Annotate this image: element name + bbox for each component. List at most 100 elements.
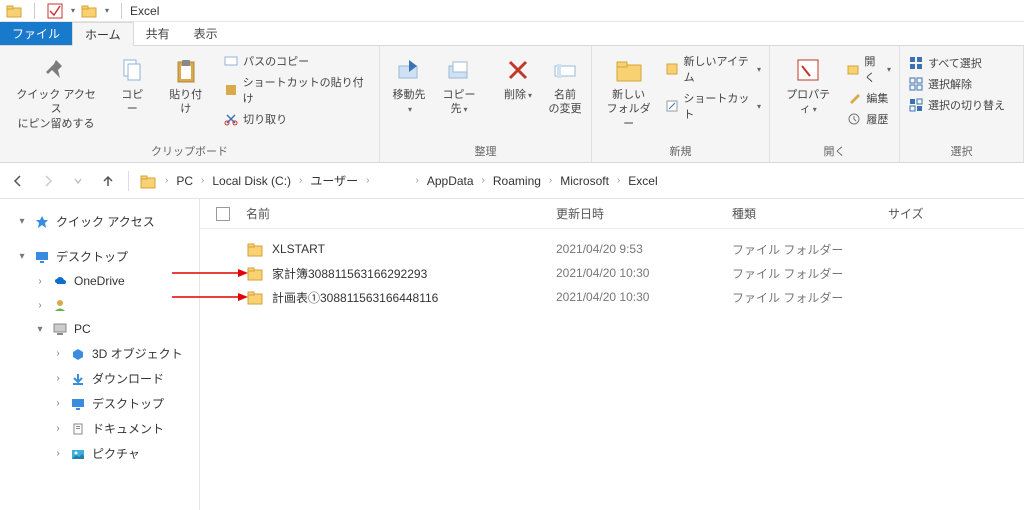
qat-dropdown2-icon[interactable]: ▾ (105, 6, 109, 15)
group-label-select: 選択 (906, 141, 1017, 162)
cut-icon (223, 111, 239, 127)
folder-icon (246, 264, 264, 282)
breadcrumb-item[interactable]: ユーザー (310, 172, 358, 189)
column-type[interactable]: 種類 (732, 205, 888, 222)
nav-3d-objects[interactable]: ›3D オブジェクト (50, 341, 195, 366)
delete-button[interactable]: 削除▾ (498, 50, 538, 106)
group-organize: 移動先▾ コピー先▾ 削除▾ 名前の変更 整理 (380, 46, 592, 162)
table-row[interactable]: XLSTART2021/04/20 9:53ファイル フォルダー (200, 237, 1024, 261)
edit-button[interactable]: 編集 (844, 89, 893, 107)
chevron-right-icon[interactable]: › (295, 175, 306, 186)
column-date[interactable]: 更新日時 (556, 205, 732, 222)
copy-to-button[interactable]: コピー先▾ (436, 50, 482, 121)
history-icon (846, 111, 862, 127)
properties-button[interactable]: プロパティ▾ (776, 50, 840, 121)
file-name: 家計簿308811563166292293 (272, 265, 427, 282)
move-to-button[interactable]: 移動先▾ (386, 50, 432, 121)
shortcut-icon (665, 98, 679, 114)
copy-button[interactable]: コピー (110, 50, 154, 121)
history-button[interactable]: 履歴 (844, 110, 893, 128)
nav-desktop[interactable]: ▾デスクトップ (14, 244, 195, 269)
select-all-icon (908, 55, 924, 71)
nav-onedrive[interactable]: ›OneDrive (32, 269, 195, 293)
new-item-icon (665, 61, 679, 77)
nav-history-dropdown[interactable] (68, 171, 88, 191)
chevron-right-icon[interactable]: › (545, 175, 556, 186)
folder-icon (246, 288, 264, 306)
main-area: ▾クイック アクセス ▾デスクトップ ›OneDrive › ▾PC ›3D オ… (0, 199, 1024, 510)
chevron-right-icon[interactable]: › (412, 175, 423, 186)
nav-pictures[interactable]: ›ピクチャ (50, 441, 195, 466)
nav-pc[interactable]: ▾PC (32, 317, 195, 341)
group-select: すべて選択 選択解除 選択の切り替え 選択 (900, 46, 1024, 162)
breadcrumb-item[interactable]: Excel (628, 174, 657, 188)
rename-button[interactable]: 名前の変更 (542, 50, 588, 121)
cut-button[interactable]: 切り取り (221, 110, 373, 128)
table-row[interactable]: 家計簿3088115631662922932021/04/20 10:30ファイ… (200, 261, 1024, 285)
nav-quick-access[interactable]: ▾クイック アクセス (14, 209, 195, 234)
shortcut-button[interactable]: ショートカット▾ (663, 89, 763, 123)
tab-share[interactable]: 共有 (134, 22, 182, 45)
user-icon (52, 297, 68, 313)
star-icon (34, 214, 50, 230)
group-clipboard: クイック アクセスにピン留めする コピー 貼り付け パスのコピー ショートカット… (0, 46, 380, 162)
breadcrumb-item[interactable]: Local Disk (C:) (212, 174, 291, 188)
select-invert-button[interactable]: 選択の切り替え (906, 96, 1007, 114)
breadcrumbs[interactable]: › PC › Local Disk (C:) › ユーザー › › AppData › Roami… (139, 172, 658, 190)
column-checkbox[interactable] (200, 207, 246, 221)
new-folder-button[interactable]: 新しいフォルダー (598, 50, 659, 135)
copyto-icon (443, 54, 475, 86)
nav-back-button[interactable] (8, 171, 28, 191)
folder-icon (246, 240, 264, 258)
nav-desktop-2[interactable]: ›デスクトップ (50, 391, 195, 416)
breadcrumb-item[interactable]: PC (176, 174, 193, 188)
paste-shortcut-button[interactable]: ショートカットの貼り付け (221, 73, 373, 107)
address-bar: › PC › Local Disk (C:) › ユーザー › › AppData › Roami… (0, 163, 1024, 199)
nav-forward-button[interactable] (38, 171, 58, 191)
separator (34, 3, 35, 19)
separator (121, 3, 122, 19)
nav-documents[interactable]: ›ドキュメント (50, 416, 195, 441)
file-name: 計画表①308811563166448116 (272, 289, 438, 306)
desktop-icon (70, 396, 86, 412)
onedrive-icon (52, 273, 68, 289)
breadcrumb-item[interactable]: AppData (427, 174, 474, 188)
breadcrumb-item[interactable]: Roaming (493, 174, 541, 188)
select-none-icon (908, 76, 924, 92)
pc-icon (52, 321, 68, 337)
new-item-button[interactable]: 新しいアイテム▾ (663, 52, 763, 86)
tab-file[interactable]: ファイル (0, 22, 72, 45)
pin-quick-access-button[interactable]: クイック アクセスにピン留めする (6, 50, 106, 135)
qat-checkbox-icon[interactable] (47, 3, 63, 19)
nav-up-button[interactable] (98, 171, 118, 191)
select-all-button[interactable]: すべて選択 (906, 54, 1007, 72)
chevron-right-icon[interactable]: › (362, 175, 373, 186)
breadcrumb-root-icon[interactable] (139, 172, 157, 190)
table-row[interactable]: 計画表①3088115631664481162021/04/20 10:30ファ… (200, 285, 1024, 309)
breadcrumb-item[interactable]: Microsoft (560, 174, 609, 188)
file-type: ファイル フォルダー (732, 265, 888, 282)
ribbon-tabs: ファイル ホーム 共有 表示 (0, 22, 1024, 46)
column-name[interactable]: 名前 (246, 205, 556, 222)
select-none-button[interactable]: 選択解除 (906, 75, 1007, 93)
group-label-clipboard: クリップボード (6, 141, 373, 162)
documents-icon (70, 421, 86, 437)
nav-user[interactable]: › (32, 293, 195, 317)
tab-view[interactable]: 表示 (182, 22, 230, 45)
copy-icon (116, 54, 148, 86)
chevron-right-icon[interactable]: › (197, 175, 208, 186)
chevron-right-icon[interactable]: › (161, 175, 172, 186)
tab-home[interactable]: ホーム (72, 22, 134, 46)
copy-path-button[interactable]: パスのコピー (221, 52, 373, 70)
chevron-down-icon[interactable]: ▾ (16, 216, 28, 227)
qat-dropdown-icon[interactable]: ▾ (71, 6, 75, 15)
chevron-right-icon[interactable]: › (613, 175, 624, 186)
open-button[interactable]: 開く▾ (844, 52, 893, 86)
path-icon (223, 53, 239, 69)
column-size[interactable]: サイズ (888, 205, 1024, 222)
group-label-new: 新規 (598, 141, 763, 162)
rename-icon (549, 54, 581, 86)
nav-downloads[interactable]: ›ダウンロード (50, 366, 195, 391)
chevron-right-icon[interactable]: › (478, 175, 489, 186)
paste-button[interactable]: 貼り付け (158, 50, 213, 121)
